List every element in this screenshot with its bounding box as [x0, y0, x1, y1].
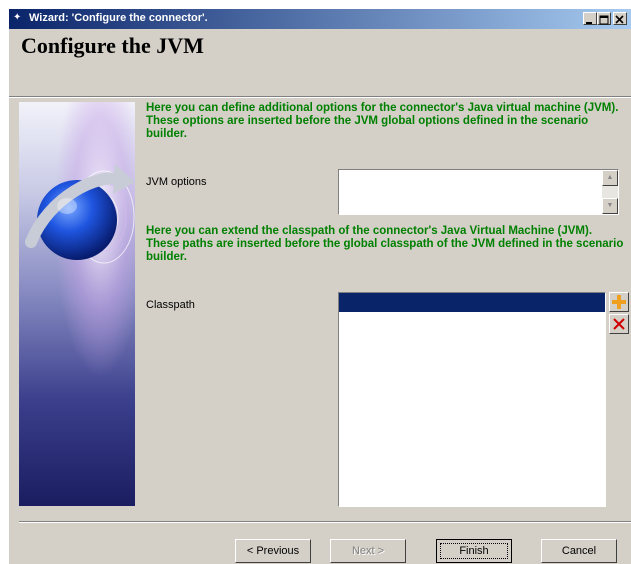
cancel-button[interactable]: Cancel [541, 539, 617, 563]
maximize-icon [599, 15, 609, 25]
jvm-options-label: JVM options [146, 176, 207, 188]
scroll-up-button[interactable]: ▲ [602, 170, 618, 186]
jvm-options-input[interactable]: ▲ ▼ [338, 169, 619, 215]
jvm-options-scrollbar[interactable]: ▲ ▼ [602, 170, 618, 214]
plus-icon [612, 295, 626, 309]
next-button[interactable]: Next > [330, 539, 406, 563]
maximize-button[interactable] [597, 12, 611, 25]
title-bar[interactable]: ✦ Wizard: 'Configure the connector'. [9, 9, 631, 29]
previous-button[interactable]: < Previous [235, 539, 311, 563]
classpath-description: Here you can extend the classpath of the… [146, 225, 624, 263]
wizard-window: ✦ Wizard: 'Configure the connector'. Con… [8, 8, 631, 564]
globe-arrow-icon [19, 102, 135, 506]
scroll-down-button[interactable]: ▼ [602, 198, 618, 214]
remove-classpath-button[interactable] [609, 314, 629, 334]
page-title: Configure the JVM [21, 33, 204, 58]
add-classpath-button[interactable] [609, 292, 629, 312]
close-icon [615, 15, 624, 24]
jvm-description: Here you can define additional options f… [146, 102, 619, 140]
minimize-icon [586, 22, 592, 24]
classpath-label: Classpath [146, 299, 195, 311]
wizard-icon: ✦ [13, 12, 22, 23]
close-button[interactable] [613, 12, 627, 25]
minimize-button[interactable] [583, 12, 597, 25]
finish-button[interactable]: Finish [436, 539, 512, 563]
wizard-banner-image [19, 102, 135, 506]
delete-x-icon [613, 318, 625, 330]
finish-button-label: Finish [440, 543, 508, 559]
classpath-list[interactable] [338, 292, 606, 507]
classpath-selected-row[interactable] [339, 293, 605, 312]
window-title: Wizard: 'Configure the connector'. [29, 12, 208, 24]
